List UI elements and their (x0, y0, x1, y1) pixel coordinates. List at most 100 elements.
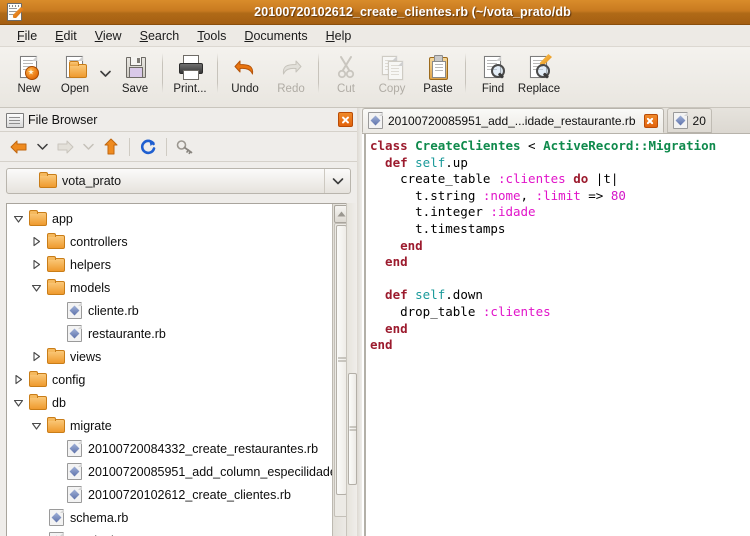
file-tree-row[interactable]: schema.rb (7, 506, 332, 529)
menu-view[interactable]: View (86, 27, 131, 45)
menu-documents[interactable]: Documents (235, 27, 316, 45)
file-browser-pane: File Browser vota_prato app controllers … (0, 108, 357, 536)
file-tree-row[interactable]: app (7, 207, 332, 230)
save-button[interactable]: Save (112, 51, 158, 95)
file-tree-label: db (52, 395, 66, 410)
file-browser-header: File Browser (0, 108, 357, 132)
cut-button[interactable]: Cut (323, 51, 369, 95)
file-tree-label: config (52, 372, 86, 387)
file-tree-label: 20100720084332_create_restaurantes.rb (88, 441, 319, 456)
file-browser-icon (6, 112, 24, 128)
file-tree-row[interactable]: config (7, 368, 332, 391)
tab-close-icon[interactable] (643, 113, 658, 128)
tree-spacer (47, 465, 61, 479)
menu-tools[interactable]: Tools (188, 27, 235, 45)
expander-open-icon[interactable] (29, 419, 43, 433)
spacer (49, 443, 60, 454)
menu-mnemonic: E (55, 28, 64, 43)
tab-label: 20100720085951_add_...idade_restaurante.… (388, 113, 636, 128)
copy-button-label: Copy (378, 83, 406, 95)
ruby-file-icon (67, 463, 82, 480)
refresh-button[interactable] (135, 134, 161, 160)
tree-spacer (47, 442, 61, 456)
expander-open-icon[interactable] (11, 396, 25, 410)
forward-history-button[interactable] (78, 134, 98, 160)
back-button[interactable] (6, 134, 32, 160)
print-button[interactable]: Print... (167, 51, 213, 95)
print-button-label: Print... (173, 83, 207, 95)
file-tree-row[interactable]: 20100720085951_add_column_especilidade_r… (7, 460, 332, 483)
file-browser-close-button[interactable] (338, 112, 353, 127)
file-tree-row[interactable]: models (7, 276, 332, 299)
side-pane-scrollbar-thumb[interactable] (348, 373, 357, 485)
menu-label: dit (63, 28, 77, 43)
key-icon (176, 139, 193, 154)
ruby-file-icon (49, 532, 64, 536)
undo-button[interactable]: Undo (222, 51, 268, 95)
path-combobox-chevron[interactable] (324, 169, 350, 193)
magnifier-replace-icon (526, 54, 552, 80)
expander-open-icon[interactable] (11, 212, 25, 226)
menu-edit[interactable]: Edit (46, 27, 86, 45)
file-browser-title: File Browser (28, 112, 98, 127)
file-tree[interactable]: app controllers helpers models cliente.rb res… (7, 204, 332, 536)
path-combobox[interactable]: vota_prato (6, 168, 351, 194)
triangle-down-icon (13, 215, 23, 223)
source-code[interactable]: class CreateClientes < ActiveRecord::Mig… (362, 134, 750, 354)
file-tree-row[interactable]: views (7, 345, 332, 368)
menu-search[interactable]: Search (131, 27, 189, 45)
file-tree-row[interactable]: helpers (7, 253, 332, 276)
forward-button[interactable] (52, 134, 78, 160)
menu-mnemonic: V (94, 28, 103, 43)
menu-label: ocuments (253, 28, 308, 43)
gem-glyph (51, 512, 62, 523)
expander-closed-icon[interactable] (11, 373, 25, 387)
ruby-file-icon (49, 509, 64, 526)
expander-closed-icon[interactable] (29, 235, 43, 249)
spacer (49, 489, 60, 500)
expander-closed-icon[interactable] (29, 350, 43, 364)
file-tree-row[interactable]: db (7, 391, 332, 414)
scissors-icon (333, 54, 359, 80)
paste-button-label: Paste (423, 83, 453, 95)
path-combobox-value: vota_prato (62, 174, 122, 188)
spacer (31, 512, 42, 523)
expander-open-icon[interactable] (29, 281, 43, 295)
find-button[interactable]: Find (470, 51, 516, 95)
tab-active-document[interactable]: 20100720085951_add_...idade_restaurante.… (362, 108, 664, 133)
toolbar-separator (129, 137, 130, 156)
open-button[interactable]: Open (52, 51, 98, 95)
gem-glyph (69, 305, 80, 316)
file-tree-row[interactable]: cliente.rb (7, 299, 332, 322)
copy-button[interactable]: Copy (369, 51, 415, 95)
open-dropdown-button[interactable] (98, 51, 112, 95)
tab-second-document[interactable]: 20 (666, 108, 712, 133)
file-tree-row[interactable]: migrate (7, 414, 332, 437)
up-button[interactable] (98, 134, 124, 160)
paste-button[interactable]: Paste (415, 51, 461, 95)
folder-icon (47, 416, 65, 433)
file-tree-row[interactable]: 20100720102612_create_clientes.rb (7, 483, 332, 506)
back-history-button[interactable] (32, 134, 52, 160)
file-tree-row[interactable]: 20100720084332_create_restaurantes.rb (7, 437, 332, 460)
code-view[interactable]: class CreateClientes < ActiveRecord::Mig… (362, 134, 750, 536)
replace-button-label: Replace (517, 83, 561, 95)
code-token: t.integer (370, 204, 491, 220)
expander-closed-icon[interactable] (29, 258, 43, 272)
file-tree-row[interactable]: controllers (7, 230, 332, 253)
file-tree-label: restaurante.rb (88, 326, 166, 341)
menu-help[interactable]: Help (317, 27, 361, 45)
replace-button[interactable]: Replace (516, 51, 562, 95)
scrollbar-grip (349, 426, 356, 432)
new-button[interactable]: New (6, 51, 52, 95)
file-tree-row[interactable]: restaurante.rb (7, 322, 332, 345)
magnifier-find-icon (480, 54, 506, 80)
code-token: |t| (588, 171, 619, 187)
file-tree-row[interactable]: seeds.rb (7, 529, 332, 536)
menu-file[interactable]: File (8, 27, 46, 45)
location-button[interactable] (172, 134, 198, 160)
redo-button[interactable]: Redo (268, 51, 314, 95)
main-toolbar: New Open Save Print... Undo Redo Cut Cop… (0, 47, 750, 108)
code-token: , (520, 187, 536, 203)
triangle-right-icon (14, 374, 22, 385)
